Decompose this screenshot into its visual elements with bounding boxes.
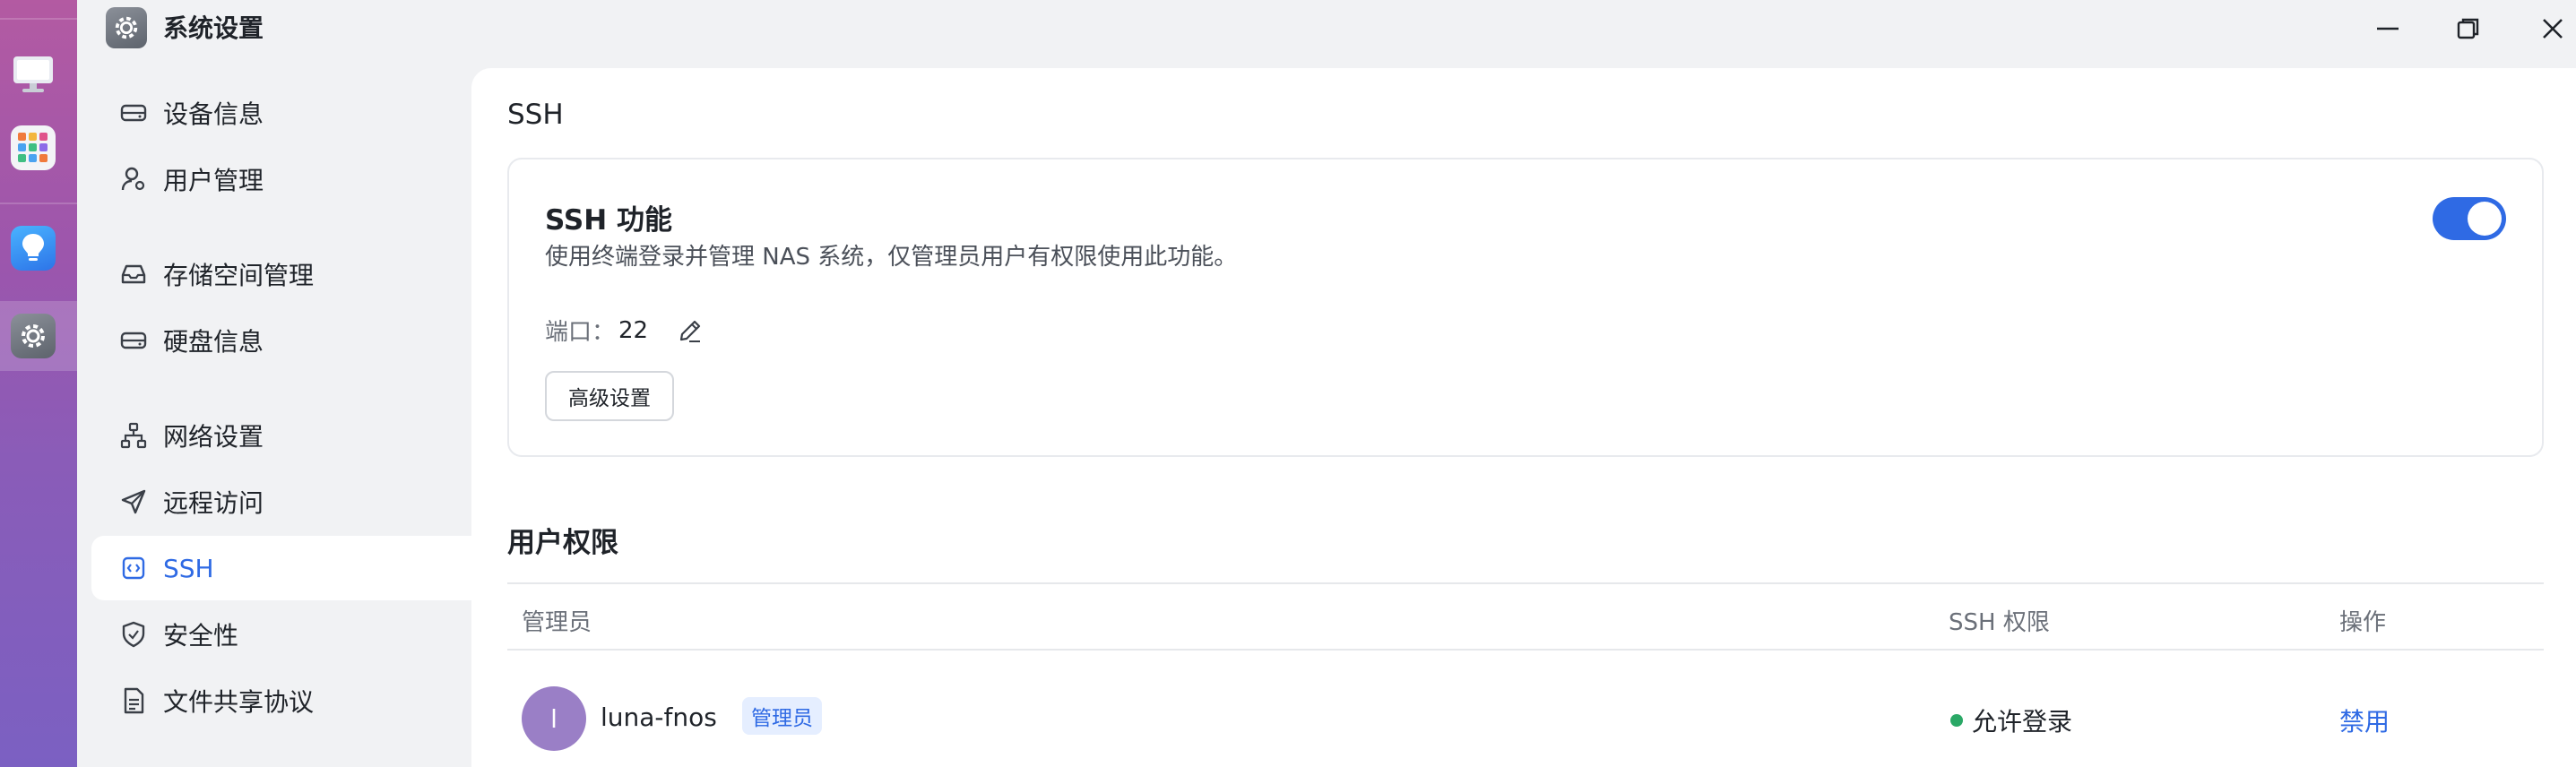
sidebar-item-label: 用户管理 <box>163 166 264 195</box>
port-label: 端口： <box>545 319 616 346</box>
sidebar-item-device-info[interactable]: 设备信息 <box>91 81 534 145</box>
close-button[interactable] <box>2533 9 2572 48</box>
sidebar-item-network[interactable]: 网络设置 <box>91 403 534 468</box>
sidebar-item-remote-access[interactable]: 远程访问 <box>91 470 534 534</box>
file-share-icon <box>120 687 147 714</box>
sidebar-item-security[interactable]: 安全性 <box>91 602 534 667</box>
sidebar-item-label: 文件共享协议 <box>163 687 315 717</box>
security-shield-icon <box>120 621 147 648</box>
port-value: 22 <box>618 316 649 344</box>
app-logo-icon <box>106 7 147 48</box>
user-permissions-title: 用户权限 <box>507 527 618 559</box>
status-text: 允许登录 <box>1972 707 2073 737</box>
minimize-icon <box>2377 27 2399 30</box>
disable-link[interactable]: 禁用 <box>2339 702 2390 738</box>
maximize-button[interactable] <box>2449 9 2488 48</box>
ssh-enable-toggle[interactable] <box>2433 197 2506 240</box>
sidebar-item-ssh[interactable]: SSH <box>91 536 534 600</box>
table-header: 管理员 SSH 权限 操作 <box>507 582 2544 651</box>
user-permissions-table: 管理员 SSH 权限 操作 l luna-fnos 管理员 允许登录 禁用 <box>507 582 2544 767</box>
sidebar-item-label: SSH <box>163 553 214 583</box>
settings-icon[interactable] <box>11 314 56 358</box>
minimize-button[interactable] <box>2368 9 2407 48</box>
storage-icon <box>120 261 147 288</box>
sidebar-item-file-share[interactable]: 文件共享协议 <box>91 668 534 733</box>
status-dot-icon <box>1950 714 1963 727</box>
dock <box>0 0 77 767</box>
desktop-icon[interactable] <box>11 52 56 97</box>
window-title: 系统设置 <box>163 13 264 43</box>
sidebar-item-label: 存储空间管理 <box>163 261 315 290</box>
advanced-settings-button[interactable]: 高级设置 <box>545 371 674 421</box>
page-title: SSH <box>507 99 564 131</box>
disk-icon <box>120 327 147 354</box>
ssh-feature-card: SSH 功能 使用终端登录并管理 NAS 系统，仅管理员用户有权限使用此功能。 … <box>507 158 2544 457</box>
sidebar-item-user-management[interactable]: 用户管理 <box>91 147 534 211</box>
lightbulb-icon[interactable] <box>11 226 56 271</box>
sidebar: 设备信息 用户管理 存储空间管理 硬盘信息 网络设置 远程访问 SSH 安全性 … <box>77 68 534 767</box>
ssh-permission-status: 允许登录 <box>1950 702 2072 738</box>
ssh-feature-title: SSH 功能 <box>545 204 672 237</box>
main-panel: SSH SSH 功能 使用终端登录并管理 NAS 系统，仅管理员用户有权限使用此… <box>471 68 2576 767</box>
sidebar-item-label: 安全性 <box>163 621 239 651</box>
app-center-icon[interactable] <box>11 125 56 170</box>
remote-access-icon <box>120 488 147 515</box>
port-row: 端口： 22 <box>545 314 705 347</box>
column-header-action: 操作 <box>2339 609 2387 636</box>
user-manage-icon <box>120 166 147 193</box>
network-icon <box>120 422 147 449</box>
sidebar-item-disk-info[interactable]: 硬盘信息 <box>91 308 534 373</box>
sidebar-item-label: 设备信息 <box>163 99 264 129</box>
ssh-icon <box>120 555 147 582</box>
edit-port-icon[interactable] <box>675 315 705 346</box>
device-info-icon <box>120 99 147 126</box>
sidebar-item-label: 硬盘信息 <box>163 327 264 357</box>
ssh-feature-description: 使用终端登录并管理 NAS 系统，仅管理员用户有权限使用此功能。 <box>545 244 1238 271</box>
column-header-ssh-permission: SSH 权限 <box>1949 609 2050 636</box>
admin-badge: 管理员 <box>742 697 822 735</box>
column-header-admin: 管理员 <box>522 609 592 636</box>
dock-separator <box>0 18 77 20</box>
table-row: l luna-fnos 管理员 允许登录 禁用 <box>507 651 2544 767</box>
sidebar-item-label: 远程访问 <box>163 488 264 518</box>
avatar: l <box>522 686 586 751</box>
toggle-knob <box>2468 202 2502 236</box>
sidebar-item-label: 网络设置 <box>163 422 264 452</box>
dock-separator <box>0 203 77 204</box>
username: luna-fnos <box>601 702 717 732</box>
sidebar-item-storage[interactable]: 存储空间管理 <box>91 242 534 306</box>
restore-icon <box>2457 18 2479 39</box>
close-icon <box>2543 19 2563 39</box>
